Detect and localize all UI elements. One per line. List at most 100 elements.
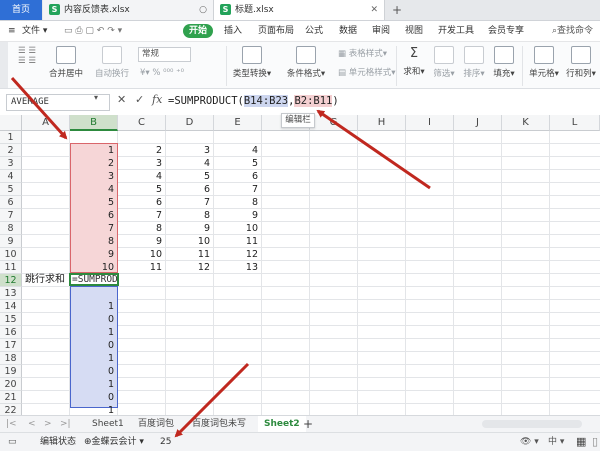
row-header-8[interactable]: 8 xyxy=(0,222,22,235)
chevron-down-icon[interactable]: ▾ xyxy=(94,93,98,102)
next-sheet-icon[interactable]: > xyxy=(44,416,52,433)
row-header-16[interactable]: 16 xyxy=(0,326,22,339)
column-header-l[interactable]: L xyxy=(550,115,600,131)
hamburger-icon[interactable]: ≡ xyxy=(8,21,16,41)
column-header-j[interactable]: J xyxy=(454,115,502,131)
cell-d11[interactable]: 12 xyxy=(166,261,214,274)
row-header-19[interactable]: 19 xyxy=(0,365,22,378)
menu-formulas[interactable]: 公式 xyxy=(305,21,323,41)
menu-start[interactable]: 开始 xyxy=(183,24,214,38)
cell-b7[interactable]: 6 xyxy=(70,209,118,222)
spreadsheet-grid[interactable]: ABCDEFGHIJKL 123456789101112131415161718… xyxy=(0,115,600,415)
column-header-h[interactable]: H xyxy=(358,115,406,131)
menu-review[interactable]: 审阅 xyxy=(372,21,390,41)
search-command[interactable]: ⌕查找命令 xyxy=(552,21,593,41)
menu-page-layout[interactable]: 页面布局 xyxy=(258,21,294,41)
cell-c6[interactable]: 6 xyxy=(118,196,166,209)
cell-a12[interactable]: 跳行求和 xyxy=(23,273,69,286)
row-header-4[interactable]: 4 xyxy=(0,170,22,183)
cell-b5[interactable]: 4 xyxy=(70,183,118,196)
cell-b6[interactable]: 5 xyxy=(70,196,118,209)
close-icon[interactable]: ✕ xyxy=(370,0,378,20)
horizontal-scrollbar[interactable] xyxy=(482,420,582,428)
row-header-13[interactable]: 13 xyxy=(0,287,22,300)
cell-b21[interactable]: 0 xyxy=(70,391,118,404)
cell-c3[interactable]: 3 xyxy=(118,157,166,170)
cell-d10[interactable]: 11 xyxy=(166,248,214,261)
column-header-b[interactable]: B xyxy=(70,115,118,131)
row-header-21[interactable]: 21 xyxy=(0,391,22,404)
sheet-tab-sheet1[interactable]: Sheet1 xyxy=(92,416,124,433)
row-header-20[interactable]: 20 xyxy=(0,378,22,391)
cell-e8[interactable]: 10 xyxy=(214,222,262,235)
cell-b3[interactable]: 2 xyxy=(70,157,118,170)
cell-e6[interactable]: 8 xyxy=(214,196,262,209)
column-header-g[interactable]: G xyxy=(310,115,358,131)
cell-e9[interactable]: 11 xyxy=(214,235,262,248)
fill-button[interactable]: 填充▾ xyxy=(490,46,518,79)
formula-input[interactable]: =SUMPRODUCT(B14:B23,B2:B11) xyxy=(168,93,339,110)
row-header-17[interactable]: 17 xyxy=(0,339,22,352)
cell-b17[interactable]: 0 xyxy=(70,339,118,352)
row-header-1[interactable]: 1 xyxy=(0,131,22,144)
cell-b9[interactable]: 8 xyxy=(70,235,118,248)
conditional-format-button[interactable]: 条件格式▾ xyxy=(284,46,328,79)
row-col-button[interactable]: 行和列▾ xyxy=(564,46,598,79)
add-sheet-button[interactable]: + xyxy=(303,416,313,433)
cell-c10[interactable]: 10 xyxy=(118,248,166,261)
cell-d3[interactable]: 4 xyxy=(166,157,214,170)
row-header-11[interactable]: 11 xyxy=(0,261,22,274)
cell-d6[interactable]: 7 xyxy=(166,196,214,209)
eye-protection-icon[interactable]: 👁 ▾ xyxy=(520,433,539,451)
column-header-a[interactable]: A xyxy=(22,115,70,131)
cell-d9[interactable]: 10 xyxy=(166,235,214,248)
menu-member[interactable]: 会员专享 xyxy=(488,21,524,41)
row-header-22[interactable]: 22 xyxy=(0,404,22,415)
sheet-tab-baidu-words[interactable]: 百度词包 xyxy=(138,416,174,433)
row-header-14[interactable]: 14 xyxy=(0,300,22,313)
last-sheet-icon[interactable]: >| xyxy=(60,416,71,433)
cell-d8[interactable]: 9 xyxy=(166,222,214,235)
menu-file[interactable]: 文件 ▾ xyxy=(22,21,47,41)
number-format-buttons[interactable]: ¥▾ % ⁰⁰⁰ ⁺⁰ xyxy=(140,68,200,78)
merge-center-button[interactable]: 合并居中 xyxy=(46,46,86,79)
cell-b15[interactable]: 0 xyxy=(70,313,118,326)
menu-view[interactable]: 视图 xyxy=(405,21,423,41)
page-view-icon[interactable]: ▯ xyxy=(592,433,598,451)
cell-c4[interactable]: 4 xyxy=(118,170,166,183)
cell-e4[interactable]: 6 xyxy=(214,170,262,183)
ribbon-collapse-handle[interactable] xyxy=(0,42,8,88)
prev-sheet-icon[interactable]: < xyxy=(28,416,36,433)
sort-button[interactable]: 排序▾ xyxy=(460,46,488,79)
cell-b14[interactable]: 1 xyxy=(70,300,118,313)
cell-c7[interactable]: 7 xyxy=(118,209,166,222)
cell-b2[interactable]: 1 xyxy=(70,144,118,157)
cell-b18[interactable]: 1 xyxy=(70,352,118,365)
cell-c11[interactable]: 11 xyxy=(118,261,166,274)
fx-icon[interactable]: fx xyxy=(152,93,162,106)
row-header-15[interactable]: 15 xyxy=(0,313,22,326)
tab-doc-feedback[interactable]: S 内容反馈表.xlsx ○ xyxy=(43,0,214,20)
active-cell-b12[interactable]: =SUMPROD xyxy=(69,273,119,286)
tab-home[interactable]: 首页 xyxy=(0,0,42,20)
column-header-i[interactable]: I xyxy=(406,115,454,131)
row-header-18[interactable]: 18 xyxy=(0,352,22,365)
cell-d5[interactable]: 6 xyxy=(166,183,214,196)
confirm-icon[interactable]: ✓ xyxy=(135,93,144,106)
cell-c5[interactable]: 5 xyxy=(118,183,166,196)
cell-c2[interactable]: 2 xyxy=(118,144,166,157)
cell-d4[interactable]: 5 xyxy=(166,170,214,183)
row-header-12[interactable]: 12 xyxy=(0,274,22,287)
type-convert-button[interactable]: 类型转换▾ xyxy=(232,46,272,79)
column-header-k[interactable]: K xyxy=(502,115,550,131)
menu-data[interactable]: 数据 xyxy=(339,21,357,41)
filter-button[interactable]: 筛选▾ xyxy=(430,46,458,79)
row-header-9[interactable]: 9 xyxy=(0,235,22,248)
cell-b19[interactable]: 0 xyxy=(70,365,118,378)
cell-style-button[interactable]: ▤ 单元格样式▾ xyxy=(338,66,398,78)
row-header-3[interactable]: 3 xyxy=(0,157,22,170)
align-icons[interactable]: ☰ ☰ ☰ ☰ xyxy=(12,46,42,66)
cell-c8[interactable]: 8 xyxy=(118,222,166,235)
table-style-button[interactable]: ▦ 表格样式▾ xyxy=(338,47,394,59)
sheet-tab-baidu-words-unwritten[interactable]: 百度词包未写 xyxy=(192,416,246,433)
